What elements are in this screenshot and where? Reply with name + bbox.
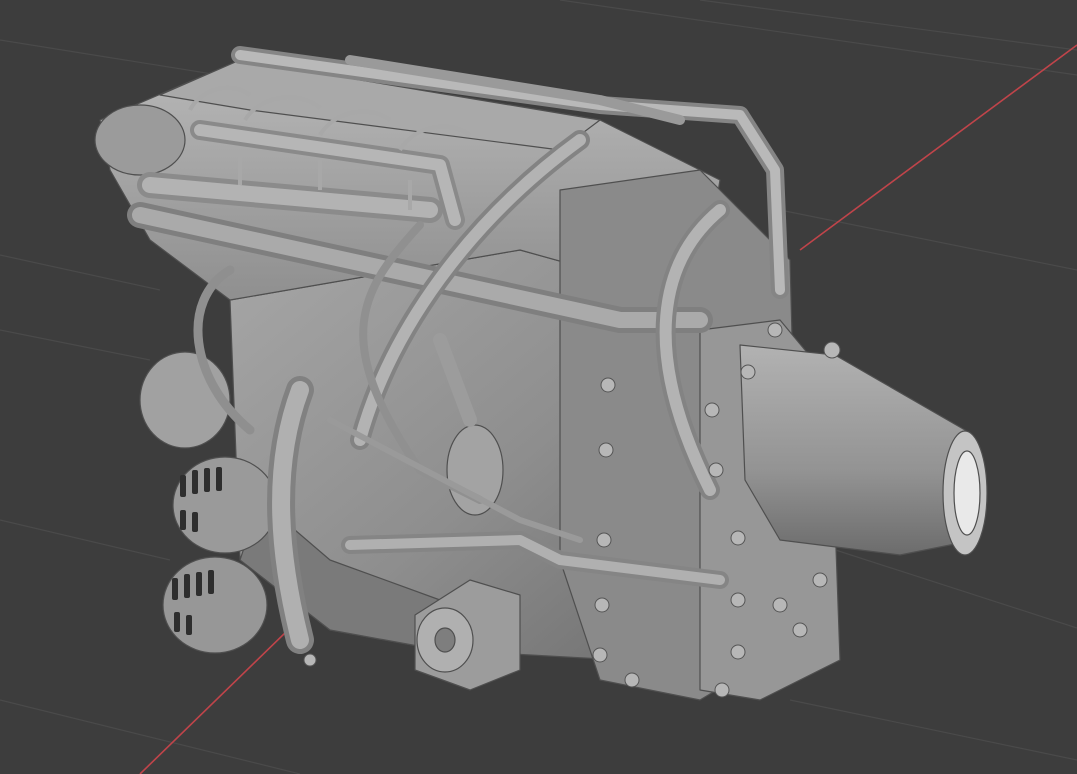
pump-hub: [434, 627, 456, 653]
engine-model[interactable]: [94, 46, 988, 701]
alternator-upper: [172, 456, 278, 554]
x-axis-line: [799, 44, 1077, 251]
3d-viewport[interactable]: [0, 0, 1077, 774]
output-cone: [739, 344, 976, 556]
alternator-lower: [162, 556, 268, 654]
cone-bore: [953, 450, 981, 536]
front-cover: [139, 351, 231, 449]
end-cap: [94, 104, 186, 176]
